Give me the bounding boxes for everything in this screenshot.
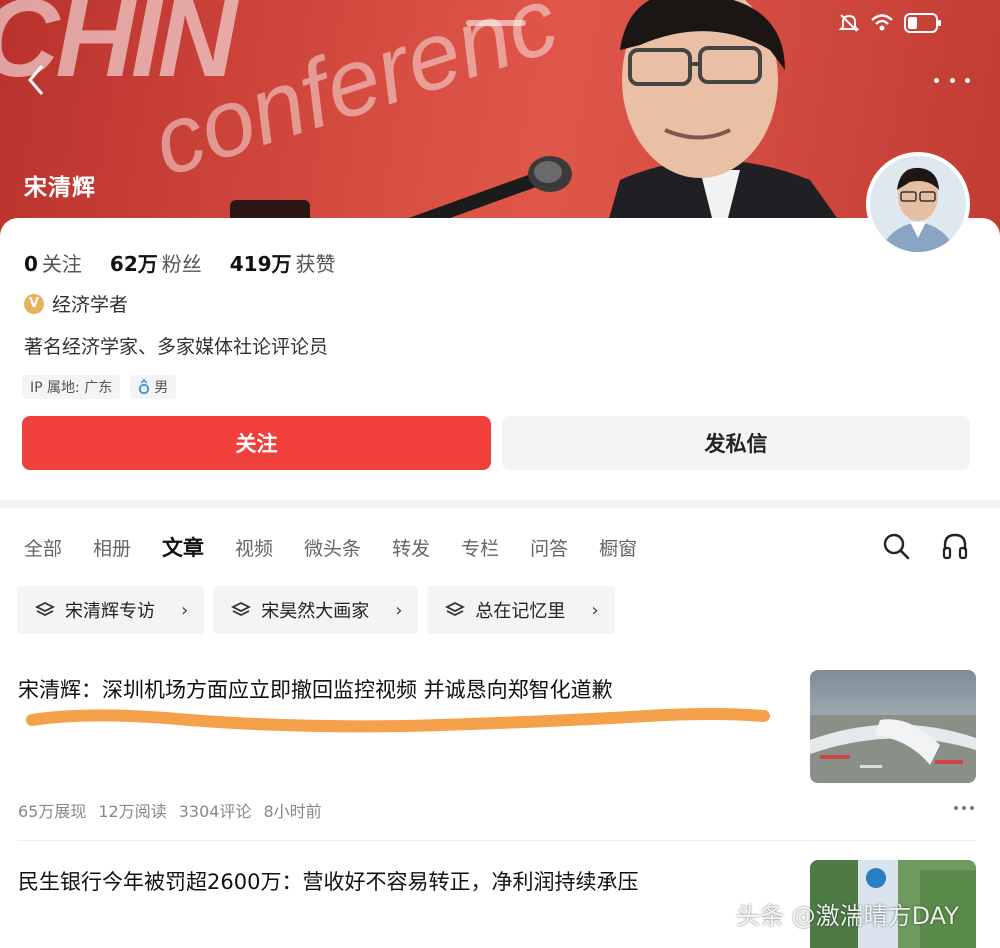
notch-pill xyxy=(466,20,526,26)
profile-stats: 0 关注 62万 粉丝 419万 获赞 xyxy=(24,248,336,277)
stat-value: 0 xyxy=(24,252,38,276)
article-comments: 3304评论 xyxy=(178,802,252,821)
ip-location-text: IP 属地: 广东 xyxy=(30,380,113,396)
avatar-photo xyxy=(870,156,966,252)
chip-label: 总在记忆里 xyxy=(475,601,566,622)
profile-bio: 著名经济学家、多家媒体社论评论员 xyxy=(24,336,329,358)
collection-chips: 宋清辉专访 › 宋昊然大画家 › 总在记忆里 › xyxy=(17,586,615,634)
stat-label: 粉丝 xyxy=(161,252,202,276)
stat-following[interactable]: 0 关注 xyxy=(24,248,82,277)
gender-text: 男 xyxy=(154,380,169,396)
profile-card: 0 关注 62万 粉丝 419万 获赞 V 经济学者 著名经济学家、多家媒体社论评论员… xyxy=(0,218,1000,500)
article-meta: 65万展现 12万阅读 3304评论 8小时前 xyxy=(18,798,322,822)
stat-followers[interactable]: 62万 粉丝 xyxy=(110,248,202,277)
tab-album[interactable]: 相册 xyxy=(93,534,131,561)
chip-label: 宋清辉专访 xyxy=(65,601,155,622)
profile-cover: CHIN conferenc 宋清辉 xyxy=(0,0,1000,240)
dot-icon xyxy=(965,77,970,83)
article-item[interactable]: 宋清辉：深圳机场方面应立即撤回监控视频 并诚恳向郑智化道歉 65万展现 12万阅… xyxy=(0,650,1000,840)
verification-line: V 经济学者 xyxy=(24,290,128,317)
article-time: 8小时前 xyxy=(263,802,322,821)
back-button[interactable] xyxy=(22,62,50,98)
article-views: 65万展现 xyxy=(18,802,87,821)
layers-icon xyxy=(231,601,252,617)
stat-value: 62万 xyxy=(109,252,158,276)
search-icon[interactable] xyxy=(882,532,910,560)
tab-reposts[interactable]: 转发 xyxy=(392,534,430,561)
article-reads: 12万阅读 xyxy=(98,802,167,821)
battery-icon xyxy=(904,13,941,33)
article-more-button[interactable] xyxy=(954,806,974,810)
collection-chip[interactable]: 总在记忆里 › xyxy=(427,586,615,634)
wifi-icon xyxy=(871,14,893,31)
speaker-photo xyxy=(602,0,853,240)
headphones-icon[interactable] xyxy=(942,532,968,560)
dot-icon xyxy=(962,806,966,810)
dot-icon xyxy=(970,806,974,810)
chevron-right-icon: › xyxy=(591,599,599,621)
content-tabs: 全部 相册 文章 视频 微头条 转发 专栏 问答 橱窗 xyxy=(24,530,637,564)
article-thumbnail[interactable] xyxy=(810,670,976,783)
watermark: 头条 @激湍晴方DAY xyxy=(736,902,959,930)
collection-chip[interactable]: 宋清辉专访 › xyxy=(17,586,205,634)
status-bar xyxy=(838,12,942,34)
tab-micro-posts[interactable]: 微头条 xyxy=(304,534,361,561)
chevron-left-icon xyxy=(28,65,44,95)
stat-likes[interactable]: 419万 获赞 xyxy=(230,248,336,277)
follow-button[interactable]: 关注 xyxy=(22,416,491,470)
message-button[interactable]: 发私信 xyxy=(502,416,970,470)
layers-icon xyxy=(35,601,55,617)
tab-tools xyxy=(882,532,968,560)
gender-tag: 男 xyxy=(130,375,177,399)
chip-label: 宋昊然大画家 xyxy=(261,601,370,622)
stat-value: 419万 xyxy=(229,252,292,276)
verification-text: 经济学者 xyxy=(52,294,129,316)
tab-articles[interactable]: 文章 xyxy=(162,532,204,562)
article-title[interactable]: 民生银行今年被罚超2600万：营收好不容易转正，净利润持续承压 xyxy=(18,866,638,896)
tab-columns[interactable]: 专栏 xyxy=(461,534,499,561)
orange-underline-annotation xyxy=(26,708,770,733)
chevron-right-icon: › xyxy=(395,599,403,621)
profile-name: 宋清辉 xyxy=(24,175,96,201)
section-divider xyxy=(0,500,1000,508)
tab-showcase[interactable]: 橱窗 xyxy=(599,534,637,561)
article-title[interactable]: 宋清辉：深圳机场方面应立即撤回监控视频 并诚恳向郑智化道歉 xyxy=(18,674,613,704)
tab-qa[interactable]: 问答 xyxy=(530,534,568,561)
tab-all[interactable]: 全部 xyxy=(24,534,62,561)
avatar[interactable] xyxy=(866,152,970,256)
tab-video[interactable]: 视频 xyxy=(235,534,273,561)
stat-label: 关注 xyxy=(41,252,82,276)
stat-label: 获赞 xyxy=(295,252,336,276)
chevron-right-icon: › xyxy=(181,599,189,621)
more-menu-button[interactable] xyxy=(934,70,970,90)
profile-tags: IP 属地: 广东 男 xyxy=(22,375,177,399)
airport-image xyxy=(810,670,976,783)
mute-icon xyxy=(838,14,860,32)
dot-icon xyxy=(934,77,939,83)
layers-icon xyxy=(445,601,466,617)
dot-icon xyxy=(949,77,955,83)
collection-chip[interactable]: 宋昊然大画家 › xyxy=(213,586,419,634)
dot-icon xyxy=(954,806,958,810)
verified-badge-icon: V xyxy=(24,293,44,314)
ip-location-tag: IP 属地: 广东 xyxy=(22,375,121,399)
male-icon xyxy=(139,379,150,395)
article-item[interactable]: 民生银行今年被罚超2600万：营收好不容易转正，净利润持续承压 xyxy=(0,840,1000,948)
